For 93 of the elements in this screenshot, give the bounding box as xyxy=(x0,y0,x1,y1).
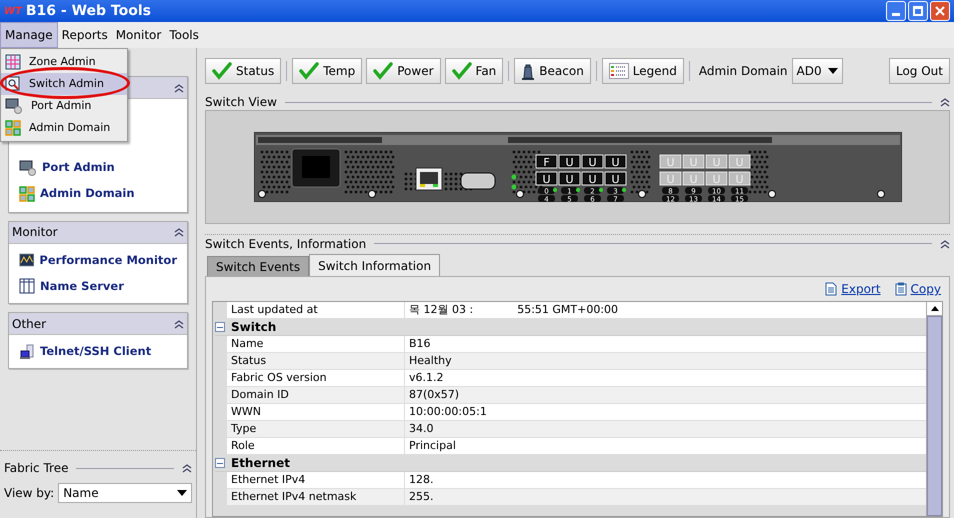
view-by-dropdown[interactable]: Name xyxy=(58,483,192,503)
caret-icon xyxy=(177,490,187,496)
collapse-icon[interactable] xyxy=(182,463,192,473)
minus-icon xyxy=(217,460,223,466)
minimize-button[interactable] xyxy=(886,1,906,21)
computer-icon xyxy=(19,344,35,360)
property-value: 87(0x57) xyxy=(408,387,460,403)
menu-item[interactable]: Monitor xyxy=(112,22,166,48)
grid-icon xyxy=(5,54,21,70)
toolbar-button[interactable]: Beacon xyxy=(514,58,591,84)
property-name: WWN xyxy=(227,404,405,420)
collapse-icon[interactable] xyxy=(174,227,184,237)
four-squares-icon xyxy=(5,120,21,136)
admin-domain-label: Admin Domain xyxy=(698,63,788,80)
menu-item[interactable]: Manage xyxy=(0,22,58,48)
fabric-tree-title: Fabric Tree xyxy=(4,460,68,477)
property-value: Principal xyxy=(408,438,457,454)
property-value: 10:00:00:05:1 xyxy=(408,404,488,420)
action-link[interactable]: Copy xyxy=(894,280,941,298)
collapse-toggle[interactable] xyxy=(215,458,225,468)
menu-entry[interactable]: Port Admin xyxy=(1,95,127,117)
view-by-label: View by: xyxy=(4,485,54,502)
menu-item[interactable]: Tools xyxy=(165,22,203,48)
collapse-icon[interactable] xyxy=(174,318,184,328)
property-value: 55:51 GMT+00:00 xyxy=(517,302,618,318)
collapse-icon[interactable] xyxy=(174,82,184,92)
four-squares-icon xyxy=(19,186,35,202)
window-title: B16 - Web Tools xyxy=(26,2,151,20)
property-name: Status xyxy=(227,353,405,369)
sidebar-link[interactable]: Port Admin xyxy=(19,159,177,176)
checkmark-icon xyxy=(212,62,232,80)
sidebar-link[interactable]: Performance Monitor xyxy=(19,252,177,269)
minimize-icon xyxy=(892,13,900,16)
menu-entry[interactable]: Admin Domain xyxy=(1,117,127,139)
property-value: 128. xyxy=(408,472,434,488)
property-value: Healthy xyxy=(408,353,453,369)
property-value: 255. xyxy=(408,489,434,505)
menu-entry[interactable]: Switch Admin xyxy=(1,73,127,95)
toolbar-button[interactable]: Temp xyxy=(292,58,362,84)
tab[interactable]: Switch Information xyxy=(309,254,440,276)
document-icon xyxy=(825,282,838,296)
sidebar-link[interactable]: Telnet/SSH Client xyxy=(19,343,177,360)
menu-item[interactable]: Reports xyxy=(58,22,112,48)
chart-window-icon xyxy=(19,252,34,268)
maximize-button[interactable] xyxy=(908,1,928,21)
table-icon xyxy=(19,278,35,294)
collapse-toggle[interactable] xyxy=(215,322,225,332)
admin-domain-dropdown[interactable]: AD0 xyxy=(792,58,843,84)
close-button[interactable] xyxy=(930,1,950,21)
toolbar-button[interactable]: Status xyxy=(205,58,282,84)
property-name: Fabric OS version xyxy=(227,370,405,386)
clipboard-icon xyxy=(894,282,907,296)
monitor-gear-icon xyxy=(5,98,23,114)
checkmark-icon xyxy=(452,62,472,80)
property-value: 34.0 xyxy=(408,421,434,437)
menu-entry[interactable]: Zone Admin xyxy=(1,51,127,73)
toolbar-button[interactable]: Fan xyxy=(444,58,504,84)
property-value: v6.1.2 xyxy=(408,370,444,386)
action-link[interactable]: Export xyxy=(825,280,881,298)
magnifier-icon xyxy=(5,76,21,92)
legend-icon xyxy=(608,63,629,79)
property-name: Domain ID xyxy=(227,387,405,403)
checkmark-icon xyxy=(299,62,320,80)
property-name: Type xyxy=(227,421,405,437)
property-name: Ethernet IPv4 netmask xyxy=(227,489,405,505)
group-title: Switch xyxy=(231,319,276,336)
collapse-icon[interactable] xyxy=(940,97,950,107)
sidebar-link[interactable]: Admin Domain xyxy=(19,185,177,202)
sidebar-link[interactable]: Name Server xyxy=(19,278,177,295)
group-title: Ethernet xyxy=(231,455,290,472)
close-icon xyxy=(935,6,945,16)
panel-title: Monitor xyxy=(12,224,58,241)
logout-button[interactable]: Log Out xyxy=(888,58,950,84)
caret-icon xyxy=(828,68,838,74)
collapse-icon[interactable] xyxy=(940,238,950,248)
toolbar-button[interactable]: Legend xyxy=(602,58,684,84)
maximize-icon xyxy=(913,6,923,16)
monitor-gear-icon xyxy=(19,160,37,176)
app-logo: WT xyxy=(4,4,22,18)
property-value: B16 xyxy=(408,336,432,352)
minus-icon xyxy=(217,324,223,330)
panel-title: Other xyxy=(12,316,46,332)
section-title: Switch Events, Information xyxy=(205,236,366,252)
tab[interactable]: Switch Events xyxy=(207,256,310,276)
property-name: Ethernet IPv4 xyxy=(227,472,405,488)
property-name: Name xyxy=(227,336,405,352)
property-name: Role xyxy=(227,438,405,454)
lighthouse-icon xyxy=(521,62,536,80)
section-title: Switch View xyxy=(205,94,277,111)
checkmark-icon xyxy=(373,62,394,80)
property-name: Last updated at xyxy=(227,302,405,318)
property-value: 목 12월 03 : xyxy=(408,302,474,318)
toolbar-button[interactable]: Power xyxy=(366,58,441,84)
